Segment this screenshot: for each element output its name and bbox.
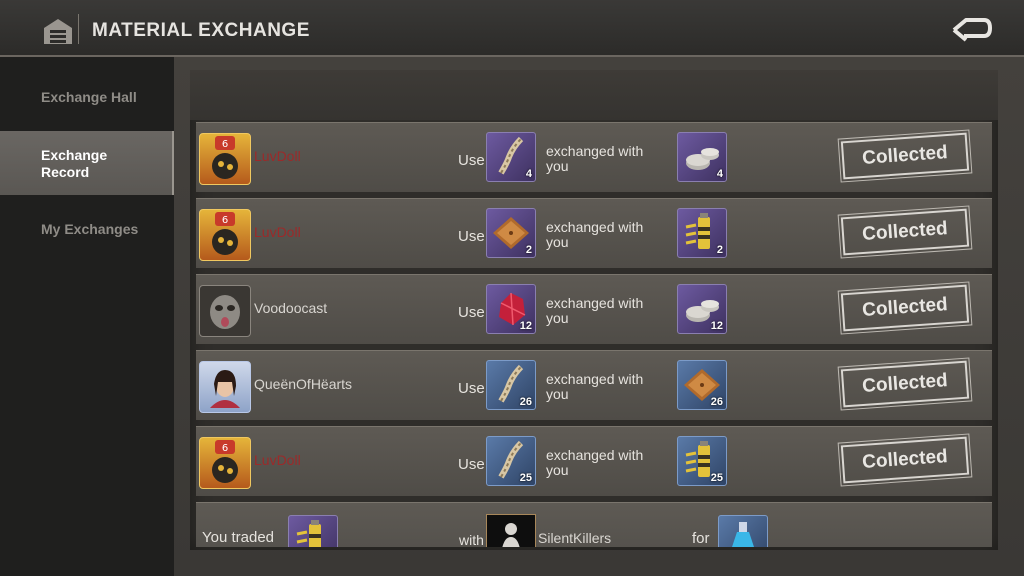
rope-item[interactable]: 26 [486, 360, 536, 410]
status-label: Collected [837, 356, 973, 412]
item-quantity: 4 [525, 168, 532, 180]
exchanged-text: exchanged with you [546, 371, 644, 402]
silhouette-icon [502, 523, 520, 547]
use-label: Use [458, 152, 485, 169]
svg-text:6: 6 [222, 215, 228, 226]
sidebar: Exchange Hall Exchange Record My Exchang… [0, 57, 174, 576]
avatar[interactable] [199, 361, 251, 413]
player-name[interactable]: LuvDoll [254, 224, 301, 240]
avatar[interactable]: 6 [199, 133, 251, 185]
item-quantity: 26 [710, 396, 723, 408]
back-icon[interactable] [948, 14, 994, 44]
nuts-item[interactable]: 12 [677, 284, 727, 334]
record-row: 6 LuvDoll Use 2 exchanged with you 2 Col… [196, 198, 992, 268]
wood-plank-item[interactable]: 2 [486, 208, 536, 258]
collected-stamp: Collected [837, 280, 973, 336]
collected-stamp: Collected [837, 128, 973, 184]
exchanged-text: exchanged with you [546, 219, 644, 250]
exchanged-text: exchanged with you [546, 143, 644, 174]
rope-item[interactable]: 4 [486, 132, 536, 182]
record-row: Voodoocast Use 12 exchanged with you 12 … [196, 274, 992, 344]
trade-row: You traded with SilentKillers for [196, 502, 992, 547]
collected-stamp: Collected [837, 204, 973, 260]
record-row: QueënOfHëarts Use 26 exchanged with you … [196, 350, 992, 420]
ruby-item[interactable]: 12 [486, 284, 536, 334]
panel-header [190, 70, 998, 120]
use-label: Use [458, 228, 485, 245]
rope-item[interactable]: 25 [486, 436, 536, 486]
potion-item[interactable] [718, 515, 768, 547]
battery-item[interactable] [288, 515, 338, 547]
for-label: for [692, 530, 710, 547]
item-quantity: 26 [519, 396, 532, 408]
header-bar: MATERIAL EXCHANGE [0, 0, 1024, 57]
record-row: 6 LuvDoll Use 4 exchanged with you 4 Col… [196, 122, 992, 192]
potion-icon [732, 522, 754, 547]
svg-text:6: 6 [222, 139, 228, 150]
item-quantity: 25 [710, 472, 723, 484]
sidebar-item-label: Exchange Hall [41, 89, 137, 105]
exchanged-text: exchanged with you [546, 295, 644, 326]
battery-item[interactable]: 2 [677, 208, 727, 258]
player-name[interactable]: LuvDoll [254, 452, 301, 468]
avatar[interactable] [486, 514, 536, 547]
record-row: 6 LuvDoll Use 25 exchanged with you 25 C… [196, 426, 992, 496]
exchanged-text: exchanged with you [546, 447, 644, 478]
player-name[interactable]: LuvDoll [254, 148, 301, 164]
svg-text:6: 6 [222, 443, 228, 454]
item-quantity: 12 [519, 320, 532, 332]
avatar[interactable]: 6 [199, 437, 251, 489]
status-label: Collected [837, 280, 973, 336]
partner-name[interactable]: SilentKillers [538, 530, 611, 546]
item-quantity: 2 [716, 244, 723, 256]
battery-icon [296, 520, 321, 547]
status-label: Collected [837, 432, 973, 488]
sidebar-item-label: My Exchanges [41, 221, 139, 237]
header-separator [78, 14, 79, 44]
you-traded-label: You traded [202, 529, 275, 546]
sidebar-item-my-exchanges[interactable]: My Exchanges [0, 221, 174, 237]
sidebar-item-exchange-hall[interactable]: Exchange Hall [0, 89, 174, 105]
item-quantity: 4 [716, 168, 723, 180]
item-quantity: 12 [710, 320, 723, 332]
sidebar-item-label: Exchange Record [41, 147, 108, 180]
status-label: Collected [837, 204, 973, 260]
warehouse-icon [44, 19, 72, 44]
avatar[interactable]: 6 [199, 209, 251, 261]
player-name[interactable]: QueënOfHëarts [254, 376, 352, 392]
nuts-item[interactable]: 4 [677, 132, 727, 182]
item-quantity: 2 [525, 244, 532, 256]
with-label: with [459, 532, 484, 547]
battery-item[interactable]: 25 [677, 436, 727, 486]
sidebar-item-exchange-record[interactable]: Exchange Record [0, 131, 174, 195]
collected-stamp: Collected [837, 356, 973, 412]
page-title: MATERIAL EXCHANGE [92, 20, 310, 41]
status-label: Collected [837, 128, 973, 184]
item-quantity: 25 [519, 472, 532, 484]
use-label: Use [458, 304, 485, 321]
use-label: Use [458, 456, 485, 473]
collected-stamp: Collected [837, 432, 973, 488]
avatar[interactable] [199, 285, 251, 337]
wood-plank-item[interactable]: 26 [677, 360, 727, 410]
use-label: Use [458, 380, 485, 397]
player-name[interactable]: Voodoocast [254, 300, 327, 316]
